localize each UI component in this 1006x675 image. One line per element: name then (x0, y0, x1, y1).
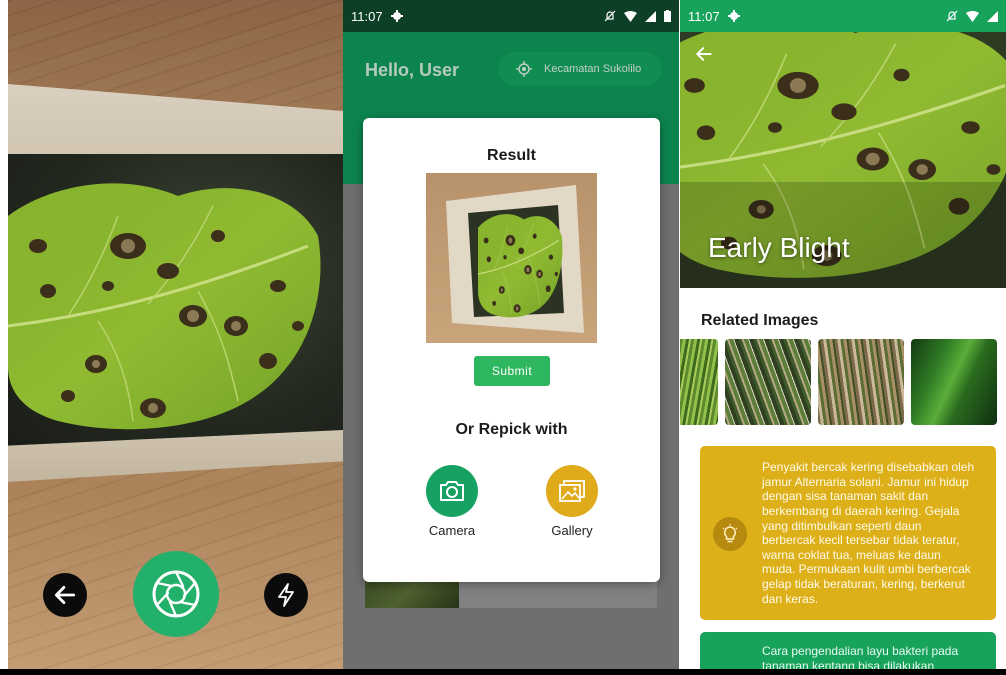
camera-preview-leaf (8, 181, 322, 431)
gallery-icon (559, 480, 585, 502)
status-time: 11:07 (688, 8, 720, 24)
submit-button[interactable]: Submit (474, 356, 550, 386)
settings-gear-icon (390, 10, 403, 22)
status-time: 11:07 (351, 8, 383, 24)
arrow-left-icon (54, 586, 76, 604)
camera-screen (8, 0, 343, 675)
status-bar: 11:07 (343, 0, 679, 32)
camera-label: Camera (428, 523, 476, 538)
disease-description: Penyakit bercak kering disebabkan oleh j… (762, 460, 975, 606)
disease-title: Early Blight (708, 232, 850, 263)
flash-button[interactable] (264, 573, 308, 617)
shutter-button[interactable] (133, 551, 219, 637)
navigation-bar-edge (0, 669, 1006, 675)
wifi-icon (966, 10, 979, 22)
disease-detail-screen: 11:07 Early Blight Related Images Penyak… (680, 0, 1006, 675)
result-dialog: Result Submit Or Repick with Camera Gall… (363, 118, 660, 582)
related-image[interactable] (911, 339, 997, 425)
related-images-title: Related Images (701, 312, 819, 329)
lightning-icon (278, 583, 294, 607)
lightbulb-icon (722, 524, 738, 543)
signal-icon (987, 10, 998, 22)
signal-icon (645, 10, 656, 22)
settings-gear-icon (727, 10, 740, 22)
back-button[interactable] (43, 573, 87, 617)
back-arrow-icon[interactable] (694, 44, 714, 64)
gallery-pick-button[interactable] (546, 465, 598, 517)
wifi-icon (624, 10, 637, 22)
lightbulb-icon-badge (713, 517, 747, 551)
result-photo (426, 173, 597, 343)
related-image[interactable] (818, 339, 904, 425)
gallery-label: Gallery (551, 523, 593, 538)
home-screen-with-result-dialog: 11:07 Hello, User Kecamatan Sukolilo Res… (343, 0, 679, 675)
status-bar: 11:07 (680, 0, 1006, 32)
related-image[interactable] (680, 339, 718, 425)
related-image[interactable] (725, 339, 811, 425)
camera-pick-button[interactable] (426, 465, 478, 517)
result-photo-image (426, 173, 597, 343)
camera-icon (440, 481, 464, 501)
description-card: Penyakit bercak kering disebabkan oleh j… (700, 446, 996, 620)
mute-bell-icon (946, 10, 958, 22)
result-title: Result (487, 147, 536, 164)
aperture-icon (152, 570, 200, 618)
repick-title: Or Repick with (455, 421, 568, 438)
battery-icon (664, 10, 671, 22)
mute-bell-icon (604, 10, 616, 22)
